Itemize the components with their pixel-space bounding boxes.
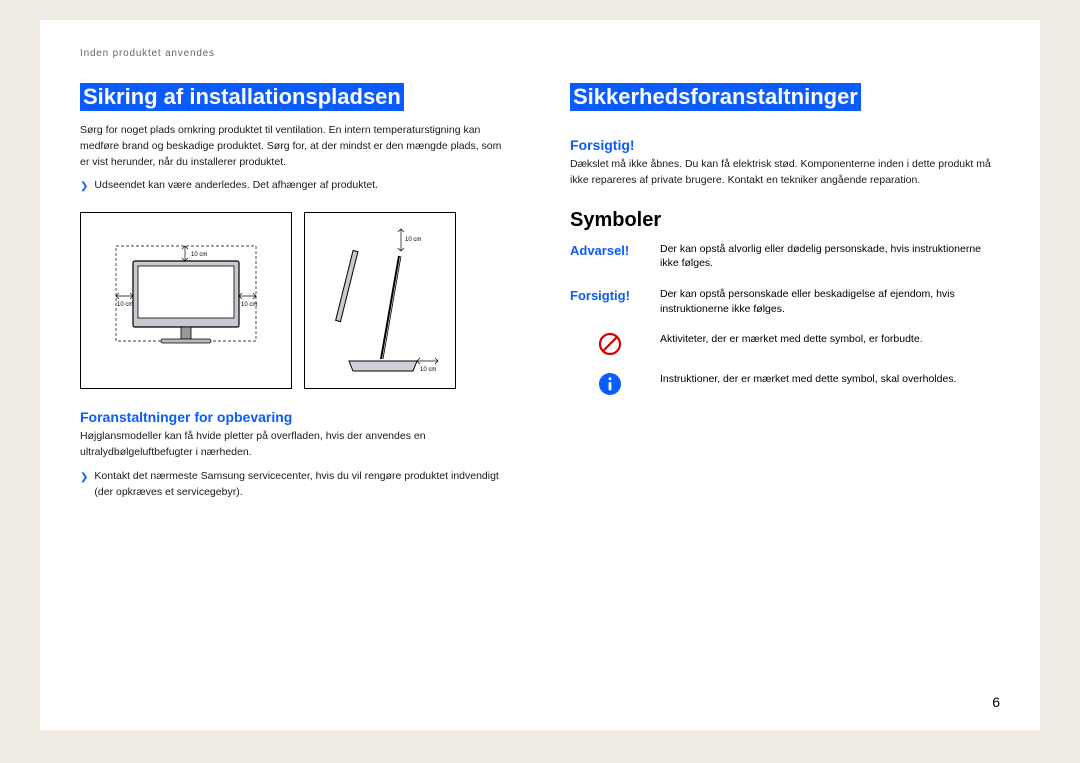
left-intro: Sørg for noget plads omkring produktet t…	[80, 123, 510, 170]
chapter-header: Inden produktet anvendes	[80, 48, 1000, 59]
storage-subtitle: Foranstaltninger for opbevaring	[80, 409, 510, 425]
bullet-appearance: ❯ Udseendet kan være anderledes. Det afh…	[80, 178, 510, 194]
bullet-text: Kontakt det nærmeste Samsung servicecent…	[94, 469, 510, 501]
clearance-diagrams: 10 cm 10 cm 10 cm	[80, 212, 510, 389]
svg-text:10 cm: 10 cm	[241, 302, 257, 308]
warning-label: Advarsel!	[570, 242, 650, 260]
warning-desc: Der kan opstå alvorlig eller dødelig per…	[660, 242, 1000, 271]
svg-text:10 cm: 10 cm	[405, 237, 421, 243]
caution2-desc: Der kan opstå personskade eller beskadig…	[660, 287, 1000, 316]
side-clearance-diagram: 10 cm 10 cm	[304, 212, 456, 389]
manual-page: Inden produktet anvendes Sikring af inst…	[40, 20, 1040, 730]
svg-text:10 cm: 10 cm	[117, 302, 133, 308]
left-column: Sikring af installationspladsen Sørg for…	[80, 83, 510, 506]
bullet-service: ❯ Kontakt det nærmeste Samsung servicece…	[80, 469, 510, 501]
left-title: Sikring af installationspladsen	[80, 83, 404, 111]
storage-body: Højglansmodeller kan få hvide pletter på…	[80, 429, 510, 461]
symbols-table: Advarsel! Der kan opstå alvorlig eller d…	[570, 242, 1000, 397]
prohibit-icon	[570, 332, 650, 356]
prohibit-desc: Aktiviteter, der er mærket med dette sym…	[660, 332, 1000, 347]
right-column: Sikkerhedsforanstaltninger Forsigtig! Dæ…	[570, 83, 1000, 506]
caution2-label: Forsigtig!	[570, 287, 650, 305]
info-desc: Instruktioner, der er mærket med dette s…	[660, 372, 1000, 387]
content-columns: Sikring af installationspladsen Sørg for…	[80, 83, 1000, 506]
bullet-text: Udseendet kan være anderledes. Det afhæn…	[94, 178, 378, 194]
symbols-title: Symboler	[570, 209, 1000, 232]
info-icon	[570, 372, 650, 396]
bullet-icon: ❯	[80, 179, 88, 194]
page-number: 6	[992, 694, 1000, 710]
svg-text:10 cm: 10 cm	[191, 252, 207, 258]
bullet-icon: ❯	[80, 470, 88, 485]
svg-text:10 cm: 10 cm	[420, 367, 436, 373]
caution-body: Dækslet må ikke åbnes. Du kan få elektri…	[570, 157, 1000, 189]
right-title: Sikkerhedsforanstaltninger	[570, 83, 861, 111]
caution-label: Forsigtig!	[570, 137, 1000, 153]
front-clearance-diagram: 10 cm 10 cm 10 cm	[80, 212, 292, 389]
